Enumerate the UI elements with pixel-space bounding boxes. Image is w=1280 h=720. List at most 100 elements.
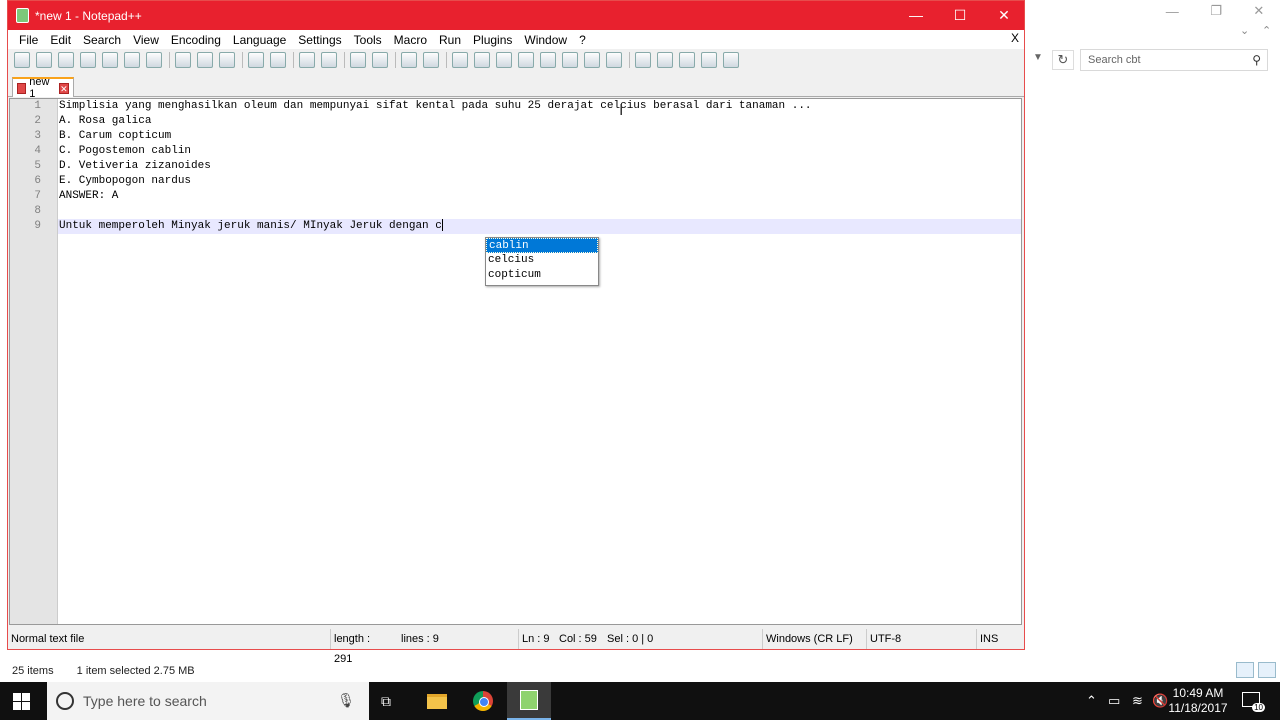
close-document-button[interactable]: X	[1011, 31, 1019, 45]
explorer-restore-icon[interactable]: ❐	[1210, 3, 1222, 19]
taskbar-search-box[interactable]: Type here to search 🎙	[47, 682, 369, 720]
new-file-icon[interactable]	[14, 52, 30, 68]
text-line[interactable]: E. Cymbopogon nardus	[58, 174, 1021, 189]
menu-macro[interactable]: Macro	[389, 33, 432, 47]
text-line[interactable]: ANSWER: A	[58, 189, 1021, 204]
sync-vertical-icon[interactable]	[401, 52, 417, 68]
close-file-icon[interactable]	[102, 52, 118, 68]
menu-tools[interactable]: Tools	[349, 33, 387, 47]
save-icon[interactable]	[58, 52, 74, 68]
notepad-plus-plus-icon	[520, 690, 538, 710]
folder-workspace-icon[interactable]	[584, 52, 600, 68]
record-macro-icon[interactable]	[635, 52, 651, 68]
find-icon[interactable]	[299, 52, 315, 68]
menu-view[interactable]: View	[128, 33, 164, 47]
paste-icon[interactable]	[219, 52, 235, 68]
text-line[interactable]: D. Vetiveria zizanoides	[58, 159, 1021, 174]
windows-start-icon[interactable]	[13, 693, 30, 710]
autocomplete-item[interactable]: celcius	[486, 253, 598, 268]
line-number: 9	[34, 220, 41, 232]
toolbar-separator	[395, 52, 396, 68]
close-all-icon[interactable]	[124, 52, 140, 68]
menu-run[interactable]: Run	[434, 33, 466, 47]
action-center-icon[interactable]: 10	[1242, 692, 1265, 712]
taskbar-search-placeholder: Type here to search	[83, 693, 207, 709]
cut-icon[interactable]	[175, 52, 191, 68]
line-number: 2	[34, 115, 41, 127]
editor-area[interactable]: 1 2 3 4 5 6 7 8 9 Simplisia yang menghas…	[9, 98, 1022, 625]
play-macro-icon[interactable]	[679, 52, 695, 68]
line-text: Untuk memperoleh Minyak jeruk manis/ MIn…	[59, 220, 442, 232]
run-macro-multiple-icon[interactable]	[701, 52, 717, 68]
text-line[interactable]: A. Rosa galica	[58, 114, 1021, 129]
sync-horizontal-icon[interactable]	[423, 52, 439, 68]
wifi-icon[interactable]: ≋	[1132, 693, 1143, 709]
menu-edit[interactable]: Edit	[45, 33, 76, 47]
unsaved-file-icon	[17, 82, 27, 94]
user-language-icon[interactable]	[518, 52, 534, 68]
zoom-in-icon[interactable]	[350, 52, 366, 68]
minimize-button[interactable]: —	[894, 1, 938, 30]
menu-file[interactable]: File	[14, 33, 43, 47]
menu-language[interactable]: Language	[228, 33, 291, 47]
document-map-icon[interactable]	[540, 52, 556, 68]
autocomplete-item[interactable]: copticum	[486, 268, 598, 283]
refresh-button[interactable]: ↻	[1052, 50, 1074, 70]
taskbar-file-explorer[interactable]	[415, 682, 459, 720]
large-icons-view-icon[interactable]	[1258, 662, 1276, 678]
tab-close-icon[interactable]: ✕	[58, 82, 69, 94]
menu-plugins[interactable]: Plugins	[468, 33, 517, 47]
line-number: 8	[34, 205, 41, 217]
tab-new-1[interactable]: new 1 ✕	[12, 76, 74, 100]
text-line[interactable]: B. Carum copticum	[58, 129, 1021, 144]
menu-window[interactable]: Window	[519, 33, 572, 47]
monitoring-icon[interactable]	[606, 52, 622, 68]
word-wrap-icon[interactable]	[452, 52, 468, 68]
toolbar-separator	[169, 52, 170, 68]
close-button[interactable]: ✕	[982, 1, 1026, 30]
task-view-icon[interactable]: ⧉	[381, 693, 391, 710]
explorer-minimize-icon[interactable]: —	[1166, 4, 1179, 19]
chevron-down-icon[interactable]: ⌄	[1240, 24, 1249, 37]
redo-icon[interactable]	[270, 52, 286, 68]
taskbar-notepad[interactable]	[507, 682, 551, 720]
line-text: ANSWER: A	[59, 190, 119, 202]
microphone-icon[interactable]: 🎙	[337, 692, 355, 709]
zoom-out-icon[interactable]	[372, 52, 388, 68]
address-dropdown-icon[interactable]: ▼	[1033, 52, 1043, 63]
line-text: E. Cymbopogon nardus	[59, 175, 192, 187]
function-list-icon[interactable]	[562, 52, 578, 68]
show-hidden-icons-icon[interactable]: ⌃	[1086, 693, 1097, 709]
menu-bar: File Edit Search View Encoding Language …	[8, 30, 1024, 49]
title-bar[interactable]: *new 1 - Notepad++ — ☐ ✕	[8, 1, 1024, 30]
save-all-icon[interactable]	[80, 52, 96, 68]
print-icon[interactable]	[146, 52, 162, 68]
menu-help[interactable]: ?	[574, 33, 591, 47]
show-all-characters-icon[interactable]	[474, 52, 490, 68]
explorer-close-icon[interactable]: ✕	[1253, 3, 1264, 19]
maximize-button[interactable]: ☐	[938, 1, 982, 30]
menu-search[interactable]: Search	[78, 33, 126, 47]
copy-icon[interactable]	[197, 52, 213, 68]
autocomplete-item-selected[interactable]: cablin	[486, 238, 598, 253]
save-macro-icon[interactable]	[723, 52, 739, 68]
replace-icon[interactable]	[321, 52, 337, 68]
undo-icon[interactable]	[248, 52, 264, 68]
taskbar-chrome[interactable]	[461, 682, 505, 720]
status-insert-mode: INS	[976, 629, 998, 649]
menu-encoding[interactable]: Encoding	[166, 33, 226, 47]
text-line[interactable]: Simplisia yang menghasilkan oleum dan me…	[58, 99, 1021, 114]
explorer-search-input[interactable]: Search cbt ⚲	[1080, 49, 1268, 71]
battery-icon[interactable]: ▭	[1108, 693, 1120, 709]
view-toggle	[1236, 662, 1276, 678]
text-line[interactable]	[58, 204, 1021, 219]
system-clock[interactable]: 10:49 AM 11/18/2017	[1164, 686, 1232, 716]
menu-settings[interactable]: Settings	[293, 33, 346, 47]
current-text-line[interactable]: Untuk memperoleh Minyak jeruk manis/ MIn…	[58, 219, 1021, 234]
text-line[interactable]: C. Pogostemon cablin	[58, 144, 1021, 159]
open-file-icon[interactable]	[36, 52, 52, 68]
chevron-up-icon[interactable]: ⌃	[1262, 24, 1271, 37]
details-view-icon[interactable]	[1236, 662, 1254, 678]
indent-guide-icon[interactable]	[496, 52, 512, 68]
stop-macro-icon[interactable]	[657, 52, 673, 68]
